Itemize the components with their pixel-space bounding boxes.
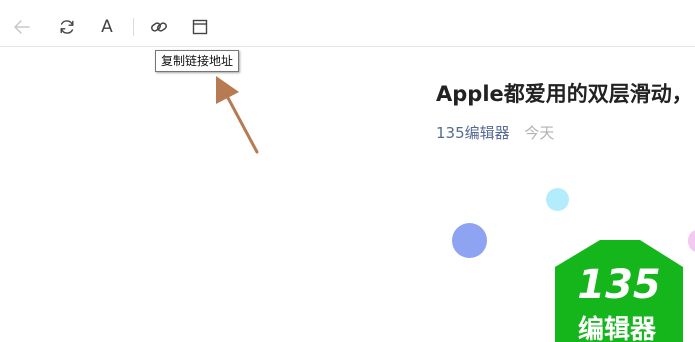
135-editor-logo: 135 编辑器 — [555, 240, 683, 342]
author-link[interactable]: 135编辑器 — [436, 124, 510, 142]
back-button[interactable] — [8, 13, 36, 41]
link-icon — [151, 22, 167, 32]
browser-window-icon — [192, 19, 208, 35]
decorative-bubble-cyan — [546, 188, 569, 211]
logo-text: 编辑器 — [578, 314, 657, 342]
copy-link-tooltip: 复制链接地址 — [155, 50, 240, 72]
toolbar-divider — [133, 18, 134, 36]
font-size-icon: A — [101, 17, 113, 37]
decorative-bubble-blue — [452, 223, 487, 258]
toolbar: A — [0, 0, 695, 47]
publish-date: 今天 — [524, 124, 555, 142]
refresh-button[interactable] — [53, 13, 81, 41]
refresh-icon — [60, 20, 74, 34]
font-size-button[interactable]: A — [93, 13, 121, 41]
copy-link-button[interactable] — [145, 13, 173, 41]
logo-number: 135 — [577, 262, 661, 308]
annotation-arrow — [216, 76, 259, 154]
article-meta: 135编辑器 今天 — [436, 122, 554, 143]
decorative-bubble-pink — [688, 230, 695, 252]
article-title: Apple都爱用的双层滑动， — [436, 82, 693, 106]
open-in-browser-button[interactable] — [186, 13, 214, 41]
back-arrow-icon — [14, 20, 30, 34]
